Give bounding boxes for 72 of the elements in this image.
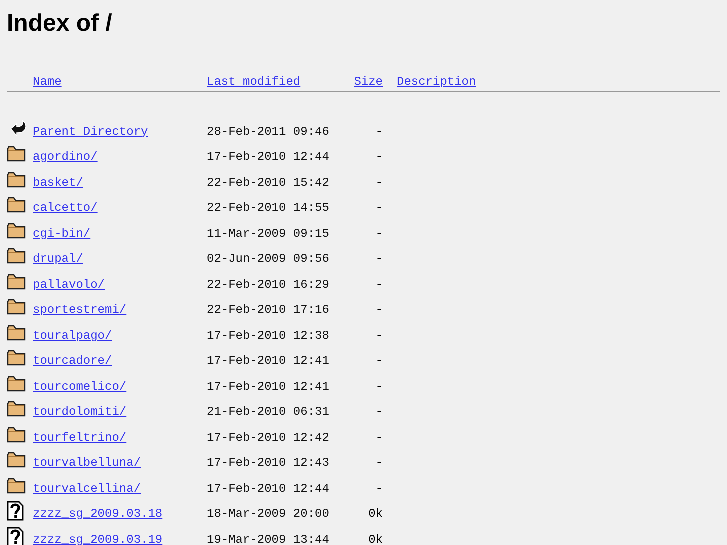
folder-icon — [7, 145, 27, 164]
file-size: - — [376, 302, 383, 318]
file-link[interactable]: tourvalcellina/ — [33, 476, 142, 496]
file-link[interactable]: zzzz_sg_2009.03.19 — [33, 526, 163, 545]
modified-date: 19-Mar-2009 13:44 — [207, 532, 330, 545]
modified-date: 17-Feb-2010 12:42 — [207, 430, 330, 445]
modified-date: 17-Feb-2010 12:43 — [207, 455, 330, 470]
page-title: Index of / — [7, 9, 114, 39]
modified-date: 17-Feb-2010 12:41 — [207, 378, 330, 394]
modified-date: 18-Mar-2009 20:00 — [207, 506, 330, 522]
file-size: - — [376, 149, 383, 164]
file-link[interactable]: tourvalbelluna/ — [33, 450, 142, 470]
modified-date: 22-Feb-2010 16:29 — [207, 276, 330, 292]
modified-date: 22-Feb-2010 17:16 — [207, 302, 330, 318]
folder-icon — [7, 247, 27, 266]
modified-date: 17-Feb-2010 12:38 — [207, 328, 330, 343]
file-link[interactable]: tourdolomiti/ — [33, 399, 127, 420]
column-header-link[interactable]: Last modified — [207, 69, 301, 89]
folder-icon — [7, 451, 27, 470]
file-link[interactable]: Parent Directory — [33, 118, 148, 139]
unknown-file-icon — [7, 526, 25, 545]
file-link[interactable]: tourcomelico/ — [33, 374, 127, 394]
file-size: - — [376, 174, 383, 190]
modified-date: 28-Feb-2011 09:46 — [207, 124, 330, 139]
file-size: - — [376, 430, 383, 445]
file-size: - — [376, 251, 383, 266]
folder-icon — [7, 170, 27, 189]
file-link[interactable]: drupal/ — [33, 246, 84, 266]
column-header-link[interactable]: Size — [354, 69, 383, 89]
file-size: 0k — [368, 532, 383, 545]
folder-icon — [7, 476, 27, 495]
modified-date: 17-Feb-2010 12:44 — [207, 149, 330, 164]
file-link[interactable]: basket/ — [33, 170, 84, 190]
modified-date: 02-Jun-2009 09:56 — [207, 251, 330, 266]
folder-icon — [7, 400, 27, 418]
modified-date: 22-Feb-2010 14:55 — [207, 200, 330, 216]
file-link[interactable]: calcetto/ — [33, 195, 98, 216]
folder-icon — [7, 374, 27, 393]
file-size: - — [376, 404, 383, 420]
modified-date: 17-Feb-2010 12:44 — [207, 480, 330, 496]
file-size: - — [376, 276, 383, 292]
file-size: - — [376, 480, 383, 496]
file-size: - — [376, 455, 383, 470]
file-link[interactable]: agordino/ — [33, 144, 98, 164]
file-link[interactable]: tourfeltrino/ — [33, 424, 127, 445]
file-size: 0k — [368, 506, 383, 522]
modified-date: 11-Mar-2009 09:15 — [207, 226, 330, 241]
modified-date: 22-Feb-2010 15:42 — [207, 174, 330, 190]
folder-icon — [7, 298, 27, 316]
file-size: - — [376, 353, 383, 368]
modified-date: 17-Feb-2010 12:41 — [207, 353, 330, 368]
file-size: - — [376, 124, 383, 139]
file-link[interactable]: pallavolo/ — [33, 272, 106, 292]
column-header-link[interactable]: Description — [397, 75, 476, 89]
folder-icon — [7, 222, 27, 240]
column-header-link[interactable]: Name — [33, 69, 62, 89]
file-size: - — [376, 328, 383, 343]
file-link[interactable]: sportestremi/ — [33, 297, 127, 318]
file-link[interactable]: zzzz_sg_2009.03.18 — [33, 501, 163, 522]
folder-icon — [7, 196, 27, 214]
unknown-file-icon — [7, 501, 25, 522]
file-link[interactable]: tourcadore/ — [33, 348, 112, 368]
file-size: - — [376, 200, 383, 216]
file-size: - — [376, 226, 383, 241]
folder-icon — [7, 349, 27, 368]
modified-date: 21-Feb-2010 06:31 — [207, 404, 330, 420]
folder-icon — [7, 272, 27, 291]
folder-icon — [7, 324, 27, 342]
folder-icon — [7, 426, 27, 444]
file-size: - — [376, 378, 383, 394]
file-link[interactable]: touralpago/ — [33, 322, 112, 343]
file-link[interactable]: cgi-bin/ — [33, 220, 91, 241]
